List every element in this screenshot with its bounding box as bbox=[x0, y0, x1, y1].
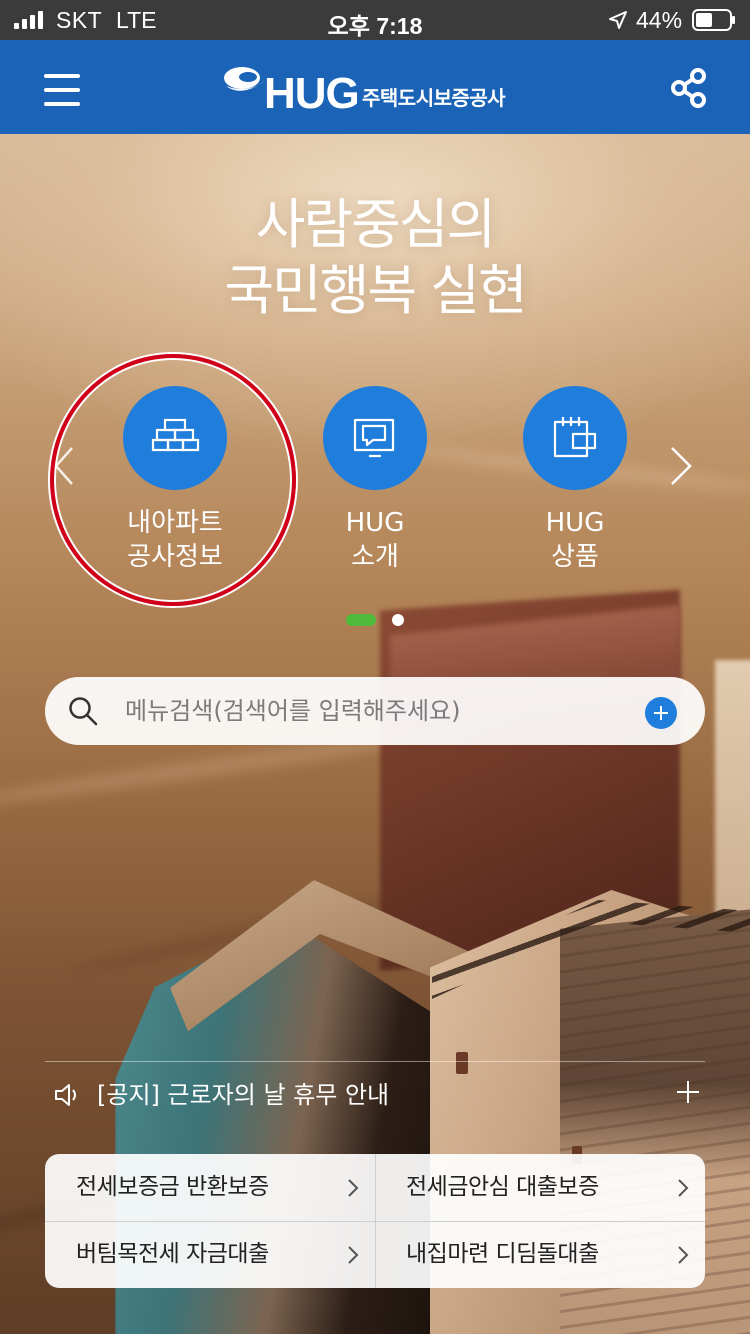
battery-icon bbox=[692, 9, 735, 31]
chevron-right-icon bbox=[678, 1246, 689, 1264]
battery-percent: 44% bbox=[636, 7, 683, 33]
chevron-right-icon[interactable] bbox=[666, 444, 696, 488]
divider bbox=[45, 1061, 705, 1062]
search-icon bbox=[69, 697, 98, 726]
pagination-dot[interactable] bbox=[392, 614, 404, 626]
hero-title: 사람중심의 국민행복 실현 bbox=[0, 192, 750, 324]
shortcut-label: 버팀목전세 자금대출 bbox=[76, 1241, 269, 1267]
shortcut-label: 전세금안심 대출보증 bbox=[406, 1174, 599, 1200]
chevron-right-icon bbox=[678, 1179, 689, 1197]
highlight-annotation-circle bbox=[50, 354, 296, 606]
quick-menu-label: HUG 소개 bbox=[345, 508, 405, 572]
divider bbox=[45, 1221, 705, 1222]
chevron-right-icon bbox=[348, 1246, 359, 1264]
notice-banner[interactable]: [공지] 근로자의 날 휴무 안내 bbox=[45, 1070, 705, 1120]
shortcut-safe-loan-guarantee[interactable]: 전세금안심 대출보증 bbox=[375, 1154, 705, 1221]
location-arrow-icon bbox=[609, 11, 627, 29]
hamburger-menu-icon[interactable] bbox=[34, 68, 90, 112]
brand-subtitle: 주택도시보증공사 bbox=[362, 86, 506, 110]
shortcut-label: 내집마련 디딤돌대출 bbox=[406, 1241, 599, 1267]
hero-title-line1: 사람중심의 bbox=[255, 193, 496, 256]
quick-menu-label: HUG 상품 bbox=[545, 508, 605, 572]
hero-title-line2: 국민행복 실현 bbox=[224, 259, 527, 322]
shortcut-deposit-return-guarantee[interactable]: 전세보증금 반환보증 bbox=[45, 1154, 375, 1221]
share-icon[interactable] bbox=[668, 66, 712, 110]
search-input[interactable] bbox=[125, 691, 625, 731]
shortcut-grid: 전세보증금 반환보증 전세금안심 대출보증 버팀목전세 자금대출 내집마련 디딤… bbox=[45, 1154, 705, 1288]
brand-name: HUG bbox=[264, 69, 360, 118]
notice-text: [공지] 근로자의 날 휴무 안내 bbox=[97, 1081, 390, 1109]
shortcut-jeonse-fund-loan[interactable]: 버팀목전세 자금대출 bbox=[45, 1221, 375, 1288]
quick-menu-hug-intro[interactable]: HUG 소개 bbox=[295, 386, 455, 586]
quick-menu-hug-products[interactable]: HUG 상품 bbox=[495, 386, 655, 586]
hug-logo-mark-icon bbox=[224, 67, 266, 91]
pagination-dot-active[interactable] bbox=[346, 614, 376, 626]
hug-logo[interactable]: HUG 주택도시보증공사 bbox=[222, 62, 532, 118]
carousel-pagination bbox=[346, 614, 410, 626]
plus-circle-icon[interactable] bbox=[645, 697, 677, 729]
menu-search-bar bbox=[45, 677, 705, 745]
status-bar: SKT LTE 오후 7:18 44% bbox=[0, 0, 750, 40]
chevron-right-icon bbox=[348, 1179, 359, 1197]
speaker-icon bbox=[55, 1084, 76, 1106]
calendar-card-icon bbox=[553, 417, 597, 458]
app-header: HUG 주택도시보증공사 bbox=[0, 40, 750, 134]
plus-icon[interactable] bbox=[677, 1080, 701, 1104]
presentation-icon bbox=[353, 418, 395, 458]
shortcut-home-purchase-loan[interactable]: 내집마련 디딤돌대출 bbox=[375, 1221, 705, 1288]
shortcut-label: 전세보증금 반환보증 bbox=[76, 1174, 269, 1200]
